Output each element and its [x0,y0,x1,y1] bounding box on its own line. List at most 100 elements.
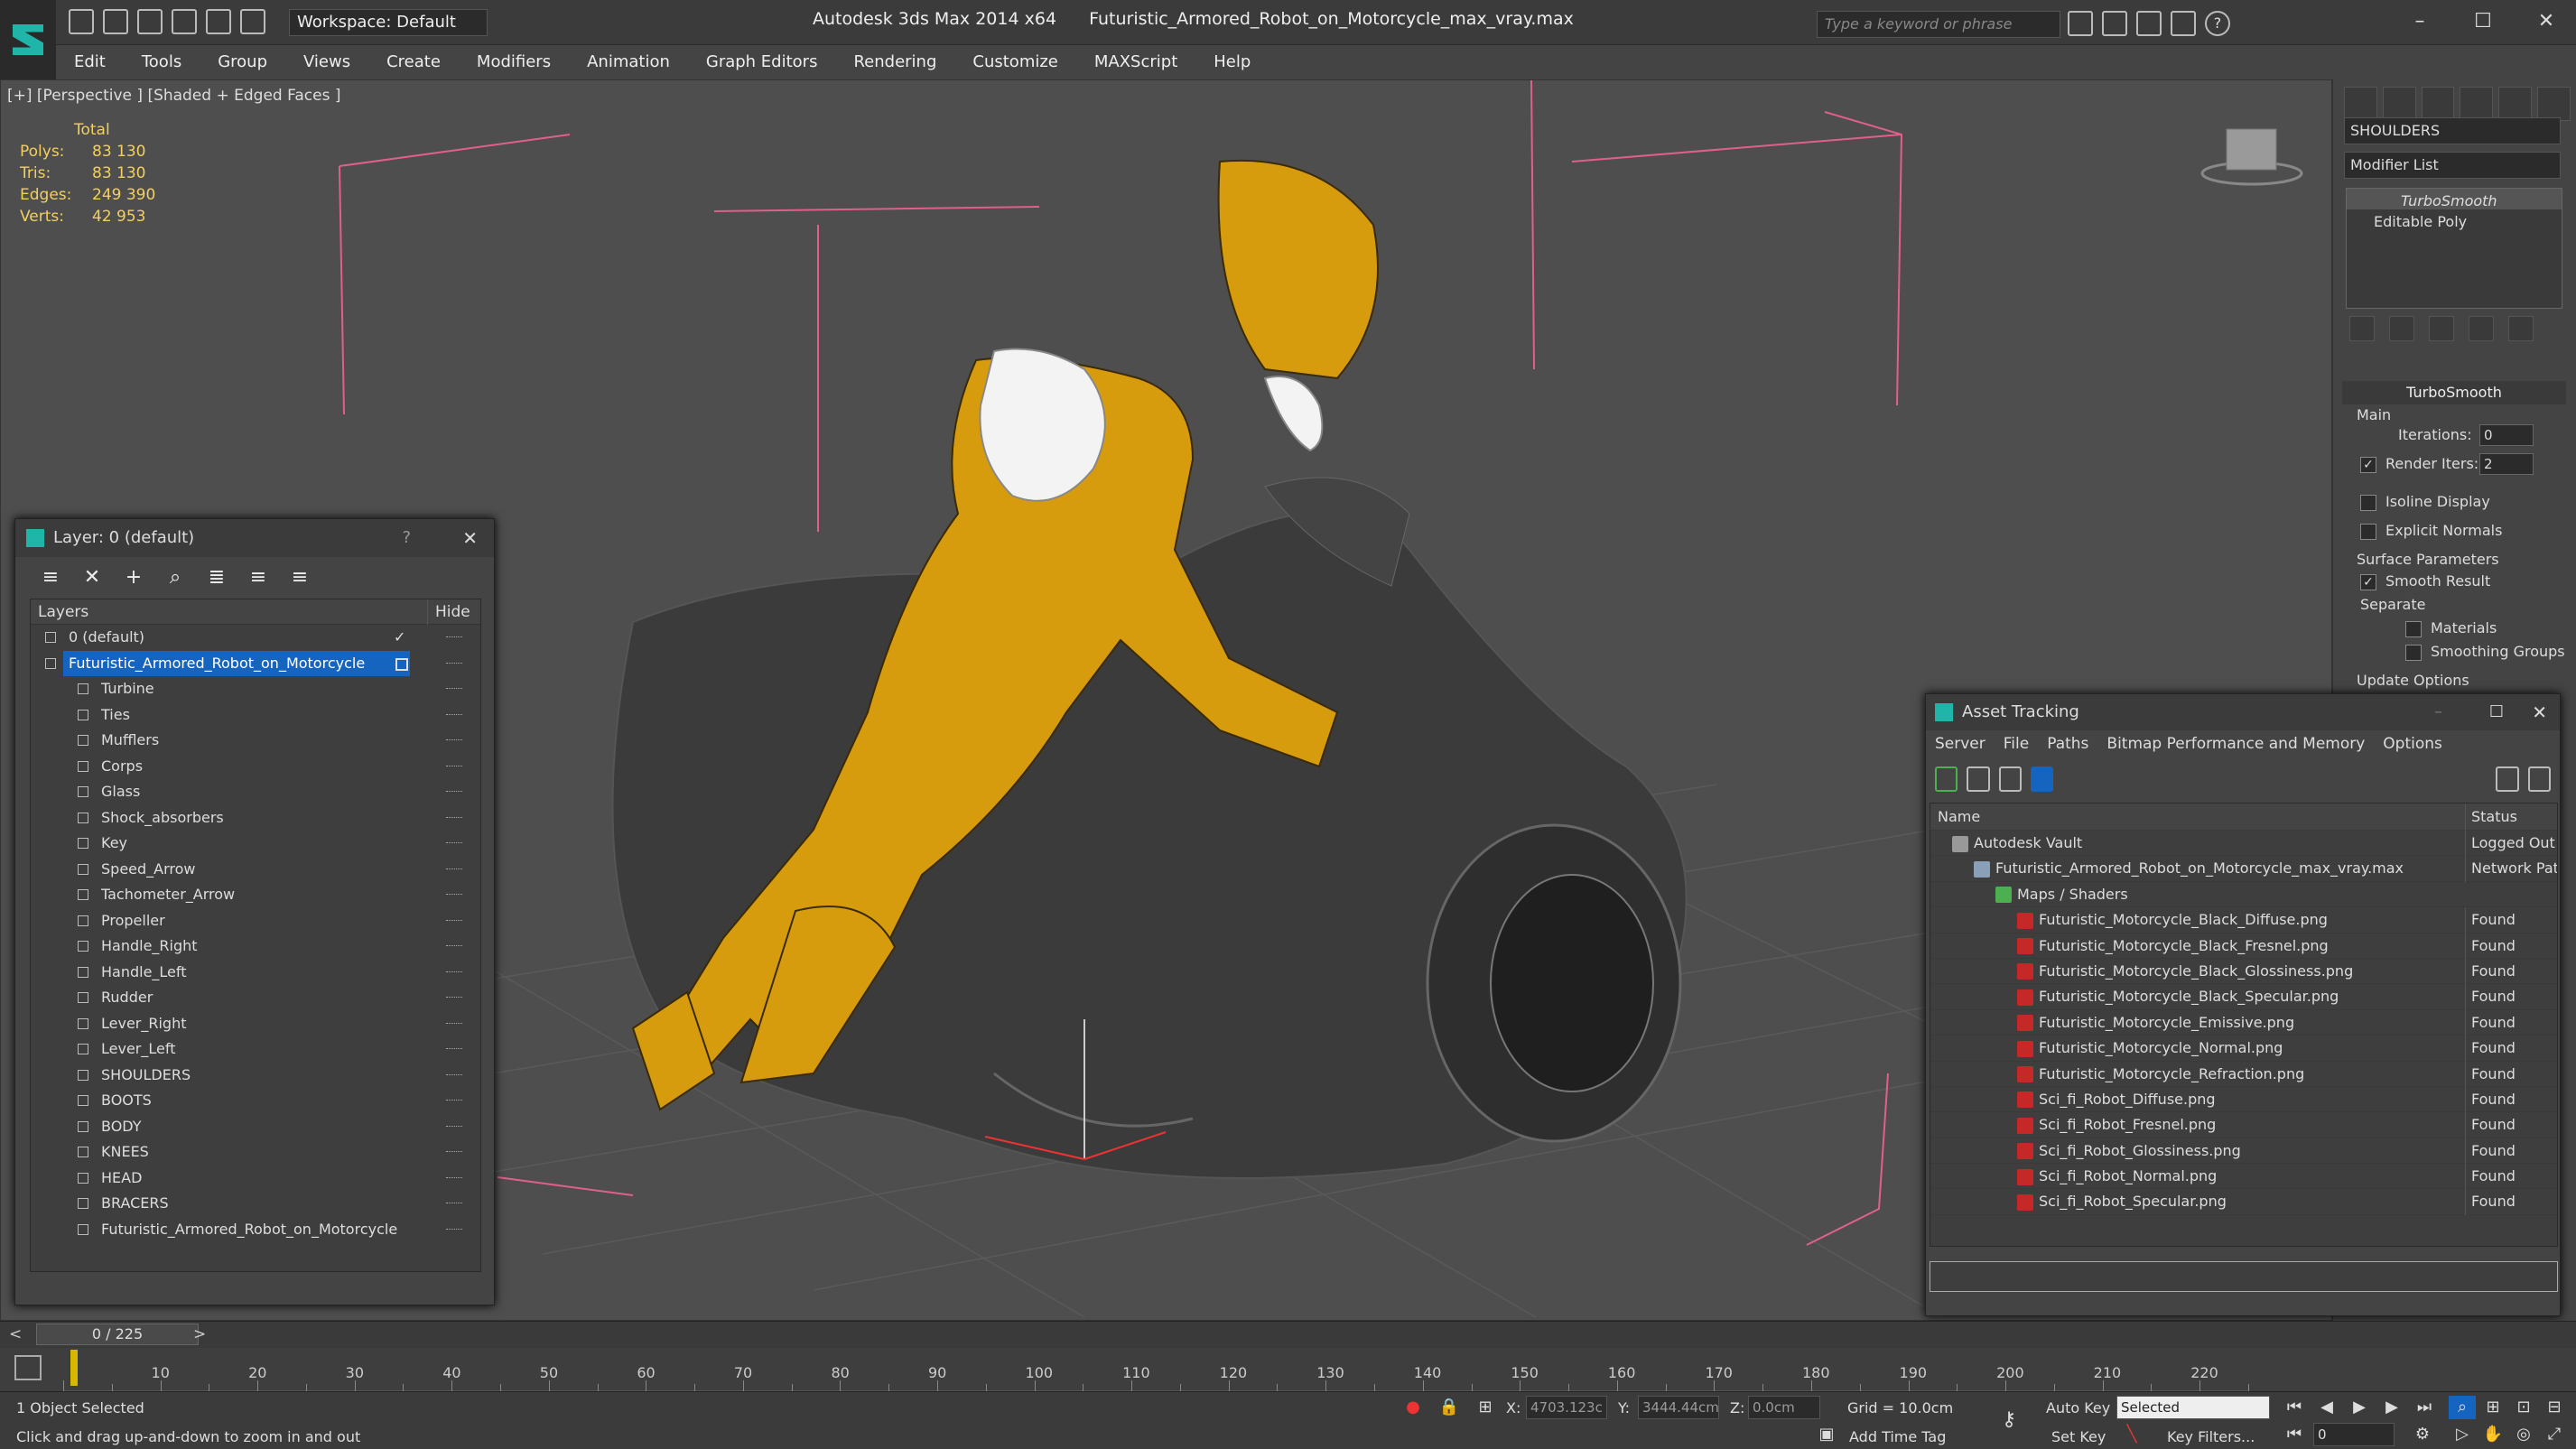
layer-row[interactable]: Ties [31,702,480,729]
lock-selection-icon[interactable]: 🔒 [1436,1396,1463,1419]
create-layer-icon[interactable]: ≡ [37,564,64,591]
asset-menu-bitmap[interactable]: Bitmap Performance and Memory [2097,730,2374,757]
menu-graph-editors[interactable]: Graph Editors [688,45,836,79]
delete-layer-icon[interactable]: ✕ [79,564,106,591]
asset-menu-paths[interactable]: Paths [2038,730,2097,757]
modifier-list-dropdown[interactable]: Modifier List [2344,152,2561,179]
col-hide[interactable]: Hide [428,599,470,625]
layer-row[interactable]: Turbine [31,676,480,702]
hide-toggle[interactable] [446,739,462,742]
minimize-icon[interactable]: – [2402,5,2438,38]
asset-row[interactable]: Futuristic_Motorcycle_Black_Fresnel.png F… [1930,933,2557,959]
hide-toggle[interactable] [446,1203,462,1205]
layer-row[interactable]: Propeller [31,908,480,934]
configure-sets-icon[interactable] [2508,316,2534,341]
communication-icon[interactable] [2136,11,2162,36]
zoom-extents-icon[interactable]: ⊡ [2510,1396,2537,1419]
hide-unhide-all-icon[interactable]: ≡ [286,564,313,591]
hide-toggle[interactable] [446,713,462,717]
layer-row[interactable]: Speed_Arrow [31,857,480,883]
project-folder-icon[interactable] [240,9,265,34]
render-iters-checkbox[interactable]: ✓ [2360,456,2376,473]
create-tab-icon[interactable] [2344,87,2377,121]
hide-toggle[interactable] [446,688,462,691]
goto-start-icon[interactable]: ⏮ [2281,1396,2308,1419]
asset-menu-options[interactable]: Options [2374,730,2451,757]
isoline-checkbox[interactable] [2360,494,2376,511]
utilities-tab-icon[interactable] [2537,87,2571,121]
remove-modifier-icon[interactable] [2469,316,2494,341]
track-bar[interactable]: 10 20 30 40 50 60 70 80 90 100 110 120 130 140 150 160 1… [0,1348,2576,1391]
select-layer-icon[interactable]: ≣ [203,564,230,591]
asset-row[interactable]: Futuristic_Motorcycle_Black_Glossiness.p… [1930,958,2557,985]
table-view-icon[interactable] [1998,766,2022,792]
asset-row[interactable]: Sci_fi_Robot_Specular.png Found [1930,1189,2557,1215]
layer-row[interactable]: Lever_Right [31,1011,480,1037]
mini-curve-editor-icon[interactable] [14,1355,42,1380]
iterations-spinner[interactable]: 0 [2479,424,2534,446]
menu-rendering[interactable]: Rendering [835,45,954,79]
layer-row[interactable]: Glass [31,779,480,805]
viewcube-icon[interactable] [2200,128,2303,186]
zoom-extents-all-icon[interactable]: ⊟ [2541,1396,2568,1419]
list-view-icon[interactable] [1967,766,1990,792]
play-icon[interactable]: ▶ [2346,1396,2373,1419]
hide-toggle[interactable] [446,1022,462,1026]
isolate-icon[interactable]: ● [1400,1396,1427,1419]
hide-toggle[interactable] [446,971,462,974]
asset-row[interactable]: Futuristic_Armored_Robot_on_Motorcycle_m… [1930,856,2557,882]
set-key-button[interactable]: Set Key [2051,1428,2106,1445]
menu-views[interactable]: Views [285,45,368,79]
hide-toggle[interactable] [446,662,462,665]
next-frame-icon[interactable]: ▶ [2378,1396,2405,1419]
explicit-normals-checkbox[interactable] [2360,523,2376,540]
absolute-mode-icon[interactable]: ⊞ [1472,1396,1499,1419]
maximize-viewport-icon[interactable]: ⤢ [2541,1423,2568,1446]
key-icon[interactable]: ⚷ [1995,1408,2023,1432]
key-filters-button[interactable]: Key Filters... [2167,1428,2255,1445]
hide-toggle[interactable] [446,1176,462,1180]
stack-item-turbosmooth[interactable]: TurboSmooth [2347,189,2562,209]
menu-maxscript[interactable]: MAXScript [1076,45,1195,79]
layer-row[interactable]: Mufflers [31,728,480,754]
select-objects-icon[interactable]: ⌕ [162,564,189,591]
set-current-box-icon[interactable] [395,657,408,671]
field-of-view-icon[interactable]: ▷ [2449,1423,2476,1446]
menu-group[interactable]: Group [200,45,285,79]
layer-row[interactable]: Handle_Right [31,933,480,960]
hide-toggle[interactable] [446,842,462,845]
current-layer-check-icon[interactable]: ✓ [394,625,405,651]
asset-row[interactable]: Sci_fi_Robot_Fresnel.png Found [1930,1112,2557,1138]
make-unique-icon[interactable] [2429,316,2454,341]
asset-row[interactable]: Sci_fi_Robot_Glossiness.png Found [1930,1138,2557,1165]
asset-row[interactable]: Maps / Shaders [1930,882,2557,908]
time-next-icon[interactable]: > [193,1325,206,1343]
save-icon[interactable] [137,9,163,34]
orbit-icon[interactable]: ◎ [2510,1423,2537,1446]
asset-row[interactable]: Futuristic_Motorcycle_Emissive.png Found [1930,1009,2557,1036]
hide-toggle[interactable] [446,919,462,923]
workspace-dropdown[interactable]: Workspace: Default [289,9,488,36]
asset-maximize-icon[interactable]: ☐ [2489,694,2504,730]
display-tab-icon[interactable] [2498,87,2533,121]
viewport-label[interactable]: [+] [Perspective ] [Shaded + Edged Faces… [7,87,340,105]
hide-toggle[interactable] [446,636,462,639]
stack-item-editable-poly[interactable]: Editable Poly [2347,209,2562,230]
layer-row[interactable]: Futuristic_Armored_Robot_on_Motorcycle [31,1217,480,1243]
open-file-icon[interactable] [103,9,128,34]
layer-row[interactable]: BRACERS [31,1191,480,1217]
hide-toggle[interactable] [446,1100,462,1102]
layer-row[interactable]: Rudder [31,985,480,1011]
hide-toggle[interactable] [446,1073,462,1077]
refresh-icon[interactable] [1935,766,1958,792]
update-options-label[interactable]: Update Options [2357,672,2469,689]
zoom-all-icon[interactable]: ⊞ [2479,1396,2506,1419]
layer-row[interactable]: Shock_absorbers [31,805,480,831]
layer-help-icon[interactable]: ? [402,519,411,557]
hide-toggle[interactable] [446,945,462,948]
x-coordinate[interactable]: 4703.123c [1526,1396,1607,1419]
layer-row[interactable]: 0 (default) ✓ [31,625,480,651]
selection-set-dropdown[interactable]: Selected [2116,1396,2270,1419]
col-layers[interactable]: Layers [31,599,428,625]
layer-row[interactable]: Futuristic_Armored_Robot_on_Motorcycle [31,650,480,676]
